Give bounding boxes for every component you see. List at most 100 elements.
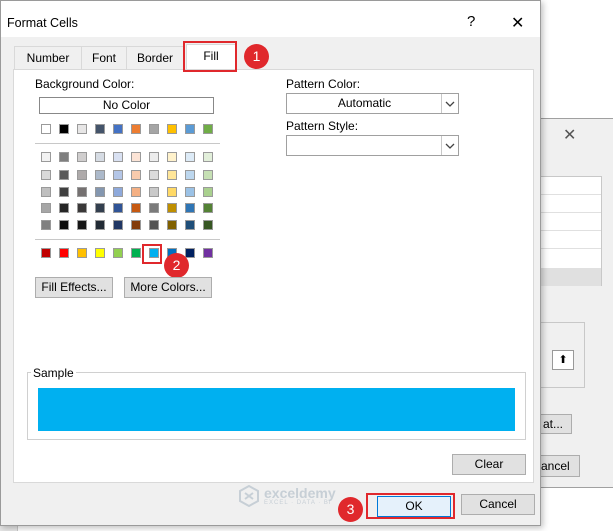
color-swatch[interactable] bbox=[203, 170, 213, 180]
color-swatch[interactable] bbox=[95, 170, 105, 180]
color-swatch[interactable] bbox=[113, 124, 123, 134]
fill-tab-highlight bbox=[183, 41, 237, 72]
color-swatch[interactable] bbox=[149, 203, 159, 213]
color-swatch[interactable] bbox=[59, 203, 69, 213]
watermark: exceldemy EXCEL · DATA · BI bbox=[238, 485, 336, 507]
palette-separator bbox=[35, 143, 220, 144]
color-swatch[interactable] bbox=[77, 187, 87, 197]
color-swatch[interactable] bbox=[167, 152, 177, 162]
exceldemy-logo-icon bbox=[239, 485, 259, 507]
color-swatch[interactable] bbox=[41, 187, 51, 197]
clear-button[interactable]: Clear bbox=[452, 454, 526, 475]
color-swatch[interactable] bbox=[203, 152, 213, 162]
color-swatch[interactable] bbox=[59, 248, 69, 258]
color-swatch[interactable] bbox=[203, 220, 213, 230]
color-swatch[interactable] bbox=[41, 124, 51, 134]
color-swatch[interactable] bbox=[185, 170, 195, 180]
background-list-selection bbox=[541, 268, 601, 286]
background-color-label: Background Color: bbox=[35, 77, 135, 91]
color-swatch[interactable] bbox=[59, 170, 69, 180]
fill-effects-button[interactable]: Fill Effects... bbox=[35, 277, 113, 298]
color-swatch[interactable] bbox=[41, 220, 51, 230]
collapse-dialog-icon: ⬆ bbox=[552, 350, 574, 370]
color-swatch[interactable] bbox=[59, 124, 69, 134]
color-swatch[interactable] bbox=[95, 152, 105, 162]
background-format-button: at... bbox=[540, 414, 572, 434]
color-swatch[interactable] bbox=[113, 187, 123, 197]
color-swatch[interactable] bbox=[77, 124, 87, 134]
color-swatch[interactable] bbox=[131, 248, 141, 258]
color-swatch[interactable] bbox=[59, 220, 69, 230]
tab-border[interactable]: Border bbox=[126, 46, 184, 69]
more-colors-button[interactable]: More Colors... bbox=[124, 277, 212, 298]
color-swatch[interactable] bbox=[41, 170, 51, 180]
color-swatch[interactable] bbox=[149, 170, 159, 180]
pattern-color-value: Automatic bbox=[337, 96, 392, 110]
color-swatch[interactable] bbox=[149, 152, 159, 162]
pattern-color-label: Pattern Color: bbox=[286, 77, 361, 91]
color-swatch[interactable] bbox=[149, 124, 159, 134]
color-swatch[interactable] bbox=[167, 124, 177, 134]
tab-number[interactable]: Number bbox=[14, 46, 82, 69]
pattern-color-dropdown[interactable]: Automatic bbox=[286, 93, 459, 114]
color-swatch[interactable] bbox=[185, 152, 195, 162]
color-swatch[interactable] bbox=[203, 203, 213, 213]
chevron-down-icon bbox=[441, 136, 458, 155]
color-swatch[interactable] bbox=[77, 203, 87, 213]
color-swatch[interactable] bbox=[95, 248, 105, 258]
selected-color-highlight bbox=[142, 244, 162, 264]
chevron-down-icon bbox=[441, 94, 458, 113]
step-badge-2: 2 bbox=[164, 253, 189, 278]
color-swatch[interactable] bbox=[41, 203, 51, 213]
color-swatch[interactable] bbox=[113, 203, 123, 213]
color-swatch[interactable] bbox=[131, 220, 141, 230]
color-swatch[interactable] bbox=[95, 187, 105, 197]
color-swatch[interactable] bbox=[131, 124, 141, 134]
color-swatch[interactable] bbox=[167, 203, 177, 213]
color-swatch[interactable] bbox=[113, 220, 123, 230]
color-swatch[interactable] bbox=[185, 248, 195, 258]
color-swatch[interactable] bbox=[131, 187, 141, 197]
color-swatch[interactable] bbox=[77, 248, 87, 258]
color-swatch[interactable] bbox=[167, 187, 177, 197]
close-icon[interactable]: ✕ bbox=[511, 13, 524, 33]
color-swatch[interactable] bbox=[131, 203, 141, 213]
color-swatch[interactable] bbox=[113, 248, 123, 258]
color-swatch[interactable] bbox=[77, 152, 87, 162]
pattern-style-label: Pattern Style: bbox=[286, 119, 359, 133]
color-swatch[interactable] bbox=[59, 152, 69, 162]
color-swatch[interactable] bbox=[131, 152, 141, 162]
no-color-button[interactable]: No Color bbox=[39, 97, 214, 114]
color-swatch[interactable] bbox=[77, 170, 87, 180]
color-swatch[interactable] bbox=[185, 220, 195, 230]
color-swatch[interactable] bbox=[131, 170, 141, 180]
pattern-style-dropdown[interactable] bbox=[286, 135, 459, 156]
color-swatch[interactable] bbox=[77, 220, 87, 230]
tab-font[interactable]: Font bbox=[81, 46, 127, 69]
color-swatch[interactable] bbox=[203, 124, 213, 134]
color-swatch[interactable] bbox=[41, 248, 51, 258]
color-swatch[interactable] bbox=[203, 187, 213, 197]
step-badge-1: 1 bbox=[244, 44, 269, 69]
color-swatch[interactable] bbox=[167, 220, 177, 230]
color-swatch[interactable] bbox=[59, 187, 69, 197]
color-swatch[interactable] bbox=[113, 170, 123, 180]
color-swatch[interactable] bbox=[167, 170, 177, 180]
color-swatch[interactable] bbox=[149, 187, 159, 197]
cancel-button[interactable]: Cancel bbox=[461, 494, 535, 515]
color-swatch[interactable] bbox=[95, 124, 105, 134]
color-swatch[interactable] bbox=[185, 124, 195, 134]
dialog-title: Format Cells bbox=[7, 16, 78, 30]
dialog-titlebar: Format Cells ? ✕ bbox=[1, 1, 540, 37]
color-swatch[interactable] bbox=[185, 187, 195, 197]
color-swatch[interactable] bbox=[203, 248, 213, 258]
color-swatch[interactable] bbox=[41, 152, 51, 162]
ok-button-highlight bbox=[366, 493, 455, 519]
color-swatch[interactable] bbox=[95, 203, 105, 213]
help-icon[interactable]: ? bbox=[467, 13, 475, 30]
color-swatch[interactable] bbox=[149, 220, 159, 230]
sample-label: Sample bbox=[31, 366, 76, 380]
color-swatch[interactable] bbox=[185, 203, 195, 213]
color-swatch[interactable] bbox=[95, 220, 105, 230]
color-swatch[interactable] bbox=[113, 152, 123, 162]
